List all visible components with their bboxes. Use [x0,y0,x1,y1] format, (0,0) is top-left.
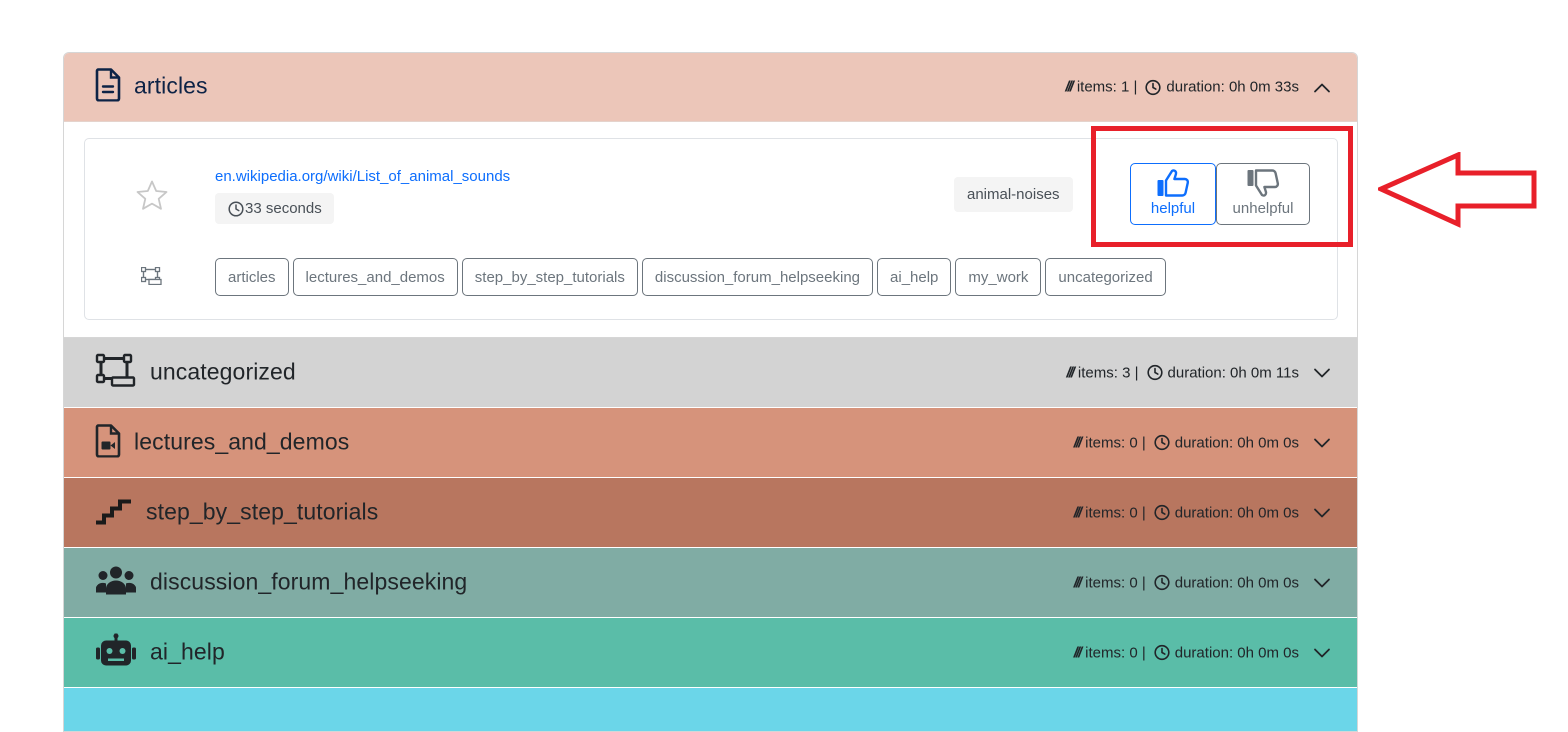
section-title: ai_help [150,637,225,664]
chevron-down-icon[interactable] [1313,507,1331,519]
section-duration: duration: 0h 0m 33s [1166,78,1299,96]
category-shapes-icon [140,266,163,290]
items-count: items: 0 | [1085,504,1146,521]
section-meta: /// items: 1 | duration: 0h 0m 33s [1065,79,1331,96]
category-button-articles[interactable]: articles [215,258,289,296]
section-duration: duration: 0h 0m 0s [1174,574,1299,591]
section-duration: duration: 0h 0m 11s [1167,364,1299,381]
section-header-ai-help[interactable]: ai_help /// items: 0 | duration: 0h 0m 0… [64,618,1357,688]
section-meta: /// items: 0 | duration: 0h 0m 0s [1074,574,1331,591]
chevron-down-icon[interactable] [1313,367,1331,379]
section-header-lectures-and-demos[interactable]: lectures_and_demos /// items: 0 | durati… [64,408,1357,478]
favorite-star-icon[interactable] [135,179,169,218]
section-title: discussion_forum_helpseeking [150,567,468,594]
items-count: items: 0 | [1085,574,1146,591]
item-duration-badge: 33 seconds [215,193,334,224]
clock-icon [1154,504,1170,521]
document-icon [95,68,121,107]
item-duration: 33 seconds [245,200,322,217]
items-icon: /// [1073,644,1082,661]
items-count: items: 1 | [1076,78,1138,96]
video-file-icon [95,423,121,462]
shapes-icon [95,353,137,392]
category-button-discussion-forum-helpseeking[interactable]: discussion_forum_helpseeking [641,258,874,296]
clock-icon [1145,79,1162,95]
items-icon: /// [1073,574,1082,591]
category-button-uncategorized[interactable]: uncategorized [1045,258,1166,296]
section-duration: duration: 0h 0m 0s [1174,504,1299,521]
clock-icon [1154,644,1170,661]
category-button-my-work[interactable]: my_work [955,258,1042,296]
section-title: step_by_step_tutorials [146,497,379,524]
section-title: articles [134,72,208,99]
clock-icon [1154,434,1170,451]
section-duration: duration: 0h 0m 0s [1174,434,1299,451]
section-title: uncategorized [150,357,296,384]
section-title: lectures_and_demos [134,427,350,454]
stairs-icon [95,495,133,530]
section-header-discussion-forum-helpseeking[interactable]: discussion_forum_helpseeking /// items: … [64,548,1357,618]
people-icon [95,564,137,601]
category-button-lectures-and-demos[interactable]: lectures_and_demos [292,258,458,296]
items-icon: /// [1066,364,1074,381]
clock-icon [1154,574,1170,591]
category-button-step-by-step-tutorials[interactable]: step_by_step_tutorials [461,258,638,296]
item-url-link[interactable]: en.wikipedia.org/wiki/List_of_animal_sou… [215,168,510,185]
section-meta: /// items: 0 | duration: 0h 0m 0s [1074,644,1331,661]
section-header-step-by-step-tutorials[interactable]: step_by_step_tutorials /// items: 0 | du… [64,478,1357,548]
items-icon: /// [1073,504,1082,521]
items-icon: /// [1065,78,1073,96]
items-icon: /// [1073,434,1082,451]
section-header-next[interactable] [64,688,1357,731]
items-count: items: 0 | [1085,434,1146,451]
clock-icon [228,200,244,217]
category-button-ai-help[interactable]: ai_help [877,258,952,296]
category-buttons: articles lectures_and_demos step_by_step… [215,258,1166,296]
chevron-down-icon[interactable] [1313,647,1331,659]
items-count: items: 0 | [1085,644,1146,661]
annotation-highlight-box [1091,126,1353,247]
section-meta: /// items: 0 | duration: 0h 0m 0s [1074,504,1331,521]
chevron-up-icon[interactable] [1313,81,1331,93]
section-meta: /// items: 0 | duration: 0h 0m 0s [1074,434,1331,451]
section-header-articles[interactable]: articles /// items: 1 | duration: 0h 0m … [64,53,1357,122]
item-tag-badge: animal-noises [954,177,1073,212]
section-meta: /// items: 3 | duration: 0h 0m 11s [1066,364,1331,381]
clock-icon [1146,364,1163,381]
section-header-uncategorized[interactable]: uncategorized /// items: 3 | duration: 0… [64,338,1357,408]
robot-icon [95,633,137,672]
chevron-down-icon[interactable] [1313,437,1331,449]
section-duration: duration: 0h 0m 0s [1174,644,1299,661]
items-count: items: 3 | [1077,364,1139,381]
chevron-down-icon[interactable] [1313,577,1331,589]
annotation-arrow-icon [1378,152,1537,228]
